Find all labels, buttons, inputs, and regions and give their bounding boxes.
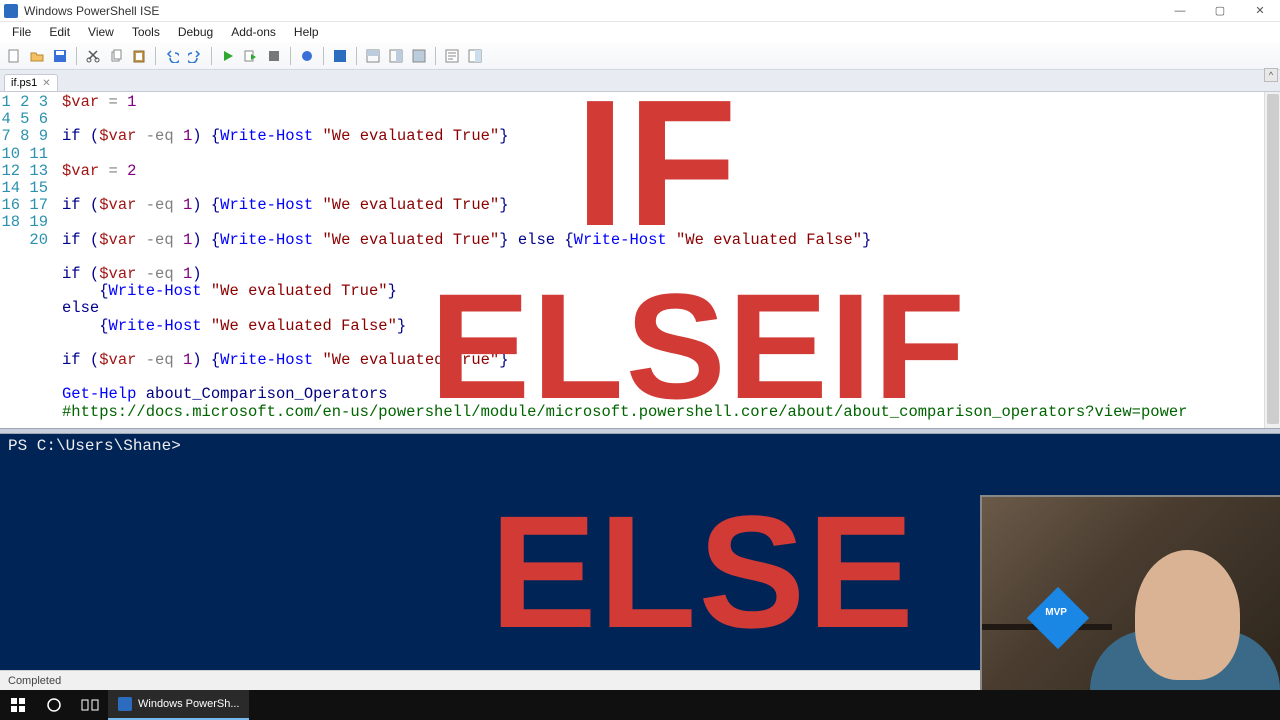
new-remote-icon[interactable] (297, 46, 317, 66)
taskbar-app-icon (118, 697, 132, 711)
menu-addons[interactable]: Add-ons (223, 23, 284, 41)
minimize-button[interactable]: — (1160, 0, 1200, 22)
menu-view[interactable]: View (80, 23, 122, 41)
cut-icon[interactable] (83, 46, 103, 66)
window-controls: — ▢ ✕ (1160, 0, 1280, 22)
menu-help[interactable]: Help (286, 23, 327, 41)
toolbar (0, 42, 1280, 70)
tab-close-icon[interactable]: ✕ (42, 78, 50, 89)
run-selection-icon[interactable] (241, 46, 261, 66)
menu-edit[interactable]: Edit (41, 23, 78, 41)
line-gutter: 1 2 3 4 5 6 7 8 9 10 11 12 13 14 15 16 1… (0, 92, 56, 428)
taskbar-app-powershell[interactable]: Windows PowerSh... (108, 690, 249, 720)
menu-tools[interactable]: Tools (124, 23, 168, 41)
undo-icon[interactable] (162, 46, 182, 66)
tab-file-ifps1[interactable]: if.ps1 ✕ (4, 74, 58, 91)
start-button[interactable] (0, 690, 36, 720)
collapse-script-pane-icon[interactable]: ^ (1264, 68, 1278, 82)
window-title: Windows PowerShell ISE (24, 4, 159, 18)
show-command-addon-icon[interactable] (465, 46, 485, 66)
save-icon[interactable] (50, 46, 70, 66)
console-prompt: PS C:\Users\Shane> (8, 437, 181, 455)
windows-taskbar: Windows PowerSh... (0, 690, 1280, 720)
run-icon[interactable] (218, 46, 238, 66)
task-view-icon[interactable] (72, 690, 108, 720)
copy-icon[interactable] (106, 46, 126, 66)
scrollbar-thumb[interactable] (1267, 94, 1279, 424)
powershell-tab-icon[interactable] (330, 46, 350, 66)
paste-icon[interactable] (129, 46, 149, 66)
taskbar-app-label: Windows PowerSh... (138, 698, 239, 710)
redo-icon[interactable] (185, 46, 205, 66)
stop-icon[interactable] (264, 46, 284, 66)
show-command-icon[interactable] (442, 46, 462, 66)
menubar: File Edit View Tools Debug Add-ons Help (0, 22, 1280, 42)
window-titlebar: Windows PowerShell ISE — ▢ ✕ (0, 0, 1280, 22)
editor-tabbar: if.ps1 ✕ (0, 70, 1280, 92)
new-icon[interactable] (4, 46, 24, 66)
open-icon[interactable] (27, 46, 47, 66)
status-text: Completed (8, 675, 61, 687)
maximize-button[interactable]: ▢ (1200, 0, 1240, 22)
layout-script-right-icon[interactable] (386, 46, 406, 66)
app-icon (4, 4, 18, 18)
cortana-icon[interactable] (36, 690, 72, 720)
mvp-badge: MVP (1027, 587, 1089, 649)
tab-label: if.ps1 (11, 77, 37, 89)
code-content[interactable]: $var = 1 if ($var -eq 1) {Write-Host "We… (56, 92, 1187, 428)
close-button[interactable]: ✕ (1240, 0, 1280, 22)
layout-script-max-icon[interactable] (409, 46, 429, 66)
menu-file[interactable]: File (4, 23, 39, 41)
webcam-overlay: MVP (980, 495, 1280, 690)
menu-debug[interactable]: Debug (170, 23, 221, 41)
editor-scrollbar[interactable] (1264, 92, 1280, 428)
script-editor[interactable]: 1 2 3 4 5 6 7 8 9 10 11 12 13 14 15 16 1… (0, 92, 1280, 428)
layout-script-top-icon[interactable] (363, 46, 383, 66)
